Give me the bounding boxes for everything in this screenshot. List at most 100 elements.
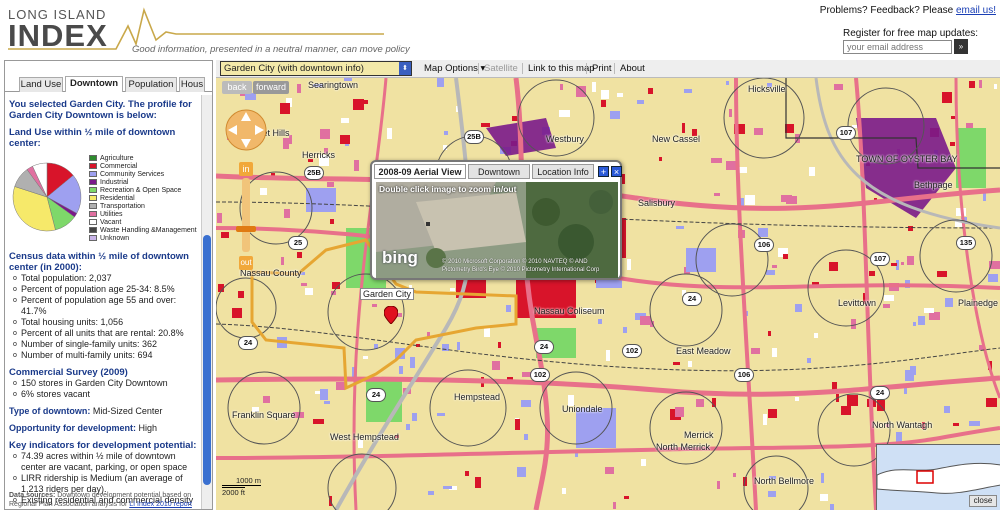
commercial-item: 6% stores vacant bbox=[13, 389, 201, 400]
panel-scrollbar[interactable] bbox=[201, 95, 212, 509]
land-use-pie bbox=[12, 162, 82, 232]
map-pin-icon[interactable] bbox=[384, 306, 398, 324]
data-sources-link[interactable]: LI Index 2010 report bbox=[129, 501, 192, 508]
email-us-link[interactable]: email us! bbox=[956, 5, 996, 16]
parcel bbox=[622, 174, 625, 184]
zoom-out-button[interactable]: out bbox=[239, 256, 253, 270]
key-indicators-heading: Key indicators for development potential… bbox=[9, 440, 197, 451]
place-label: Levittown bbox=[838, 298, 877, 308]
parcel bbox=[613, 502, 616, 509]
parcel bbox=[937, 271, 947, 277]
parcel bbox=[327, 182, 334, 187]
parcel bbox=[592, 82, 596, 92]
zoom-slider[interactable] bbox=[242, 178, 250, 252]
parcel bbox=[406, 424, 410, 430]
parcel bbox=[768, 409, 777, 418]
parcel bbox=[883, 304, 890, 308]
email-input[interactable] bbox=[843, 40, 952, 54]
marker-label: Garden City bbox=[360, 288, 415, 300]
parcel bbox=[341, 118, 349, 123]
parcel bbox=[676, 226, 684, 229]
map-toolbar: Garden City (with downtown info) ⬍ Map O… bbox=[216, 60, 1000, 78]
popup-close-icon[interactable]: × bbox=[611, 166, 622, 177]
tab-land-use[interactable]: Land Use bbox=[19, 77, 63, 92]
link-to-map-button[interactable]: Link to this map bbox=[528, 63, 595, 74]
parcel bbox=[714, 193, 720, 196]
commercial-list: 150 stores in Garden City Downtown6% sto… bbox=[9, 378, 201, 400]
map-options-button[interactable]: Map Options ▾ bbox=[424, 63, 485, 74]
location-select[interactable]: Garden City (with downtown info) ⬍ bbox=[220, 61, 412, 76]
popup-expand-icon[interactable]: + bbox=[598, 166, 609, 177]
parcel bbox=[624, 496, 629, 499]
parcel bbox=[717, 481, 720, 489]
parcel bbox=[617, 93, 623, 97]
downtown-type-value: Mid-Sized Center bbox=[92, 406, 163, 416]
aerial-image[interactable]: Double click image to zoom in/out bing ©… bbox=[376, 182, 618, 278]
parcel bbox=[605, 467, 614, 474]
tagline: Good information, presented in a neutral… bbox=[132, 44, 410, 55]
overview-close-button[interactable]: close bbox=[969, 495, 997, 507]
route-shield: 24 bbox=[238, 336, 258, 350]
scale-bar: 1000 m 2000 ft bbox=[222, 476, 272, 498]
road bbox=[734, 78, 758, 510]
tab-downtown[interactable]: Downtown bbox=[65, 76, 123, 92]
popup-tab-location-info[interactable]: Location Info bbox=[532, 164, 594, 179]
census-item: Total population: 2,037 bbox=[13, 273, 201, 284]
legend-label: Commercial bbox=[100, 163, 138, 170]
map-canvas[interactable]: SearingtownManhasset HillsWestburyNew Ca… bbox=[216, 78, 1000, 510]
back-button[interactable]: back bbox=[222, 81, 252, 94]
parcel bbox=[847, 395, 858, 406]
parcel bbox=[814, 333, 818, 338]
parcel bbox=[766, 270, 775, 275]
parcel bbox=[410, 357, 415, 368]
parcel bbox=[217, 213, 222, 223]
popup-tab-aerial[interactable]: 2008-09 Aerial View bbox=[374, 164, 466, 179]
parcel bbox=[953, 423, 959, 426]
popup-tab-downtown[interactable]: Downtown bbox=[468, 164, 530, 179]
panel-scroll-thumb[interactable] bbox=[203, 235, 211, 485]
census-list: Total population: 2,037Percent of popula… bbox=[9, 273, 201, 361]
parcel bbox=[745, 195, 755, 205]
scale-feet: 2000 ft bbox=[222, 487, 245, 497]
print-button[interactable]: Print bbox=[592, 63, 612, 74]
about-button[interactable]: About bbox=[620, 63, 645, 74]
parcel bbox=[457, 342, 460, 350]
route-shield: 102 bbox=[622, 344, 642, 358]
legend-swatch bbox=[89, 179, 97, 186]
register-label: Register for free map updates: bbox=[843, 28, 979, 39]
place-label: Herricks bbox=[302, 150, 335, 160]
parcel bbox=[336, 382, 345, 390]
legend-entry: Vacant bbox=[89, 219, 197, 227]
pan-control[interactable] bbox=[224, 108, 268, 152]
parcel bbox=[675, 407, 684, 417]
parcel bbox=[637, 100, 644, 104]
overview-map[interactable]: close bbox=[876, 444, 1000, 510]
forward-button[interactable]: forward bbox=[253, 81, 289, 94]
parcel bbox=[340, 135, 350, 144]
parcel bbox=[869, 271, 875, 276]
commercial-heading: Commercial Survey (2009) bbox=[9, 367, 128, 378]
parcel bbox=[444, 131, 448, 135]
route-shield: 107 bbox=[836, 126, 856, 140]
parcel bbox=[830, 504, 834, 510]
parcel bbox=[901, 262, 904, 265]
land-use-legend: Agriculture Commercial Community Services I… bbox=[89, 155, 197, 243]
parcel bbox=[450, 288, 455, 291]
legend-entry: Transportation bbox=[89, 203, 197, 211]
census-heading: Census data within ½ mile of downtown ce… bbox=[9, 251, 189, 273]
place-label: Plainedge bbox=[958, 298, 999, 308]
tab-population[interactable]: Population bbox=[125, 77, 177, 92]
select-arrow-icon[interactable]: ⬍ bbox=[399, 62, 411, 75]
logo[interactable]: LONG ISLAND INDEX Good information, pres… bbox=[6, 4, 410, 56]
parcel bbox=[221, 232, 229, 238]
zoom-slider-thumb[interactable] bbox=[236, 226, 256, 232]
parcel bbox=[682, 123, 685, 133]
place-label: Franklin Square bbox=[232, 410, 296, 420]
satellite-button[interactable]: Satellite bbox=[484, 63, 518, 74]
header: LONG ISLAND INDEX Good information, pres… bbox=[0, 0, 1000, 58]
parcel bbox=[437, 78, 444, 87]
zoom-in-button[interactable]: in bbox=[239, 162, 253, 176]
tab-housing[interactable]: Hous bbox=[179, 77, 205, 92]
legend-swatch bbox=[89, 203, 97, 210]
email-submit-button[interactable]: » bbox=[954, 39, 968, 54]
